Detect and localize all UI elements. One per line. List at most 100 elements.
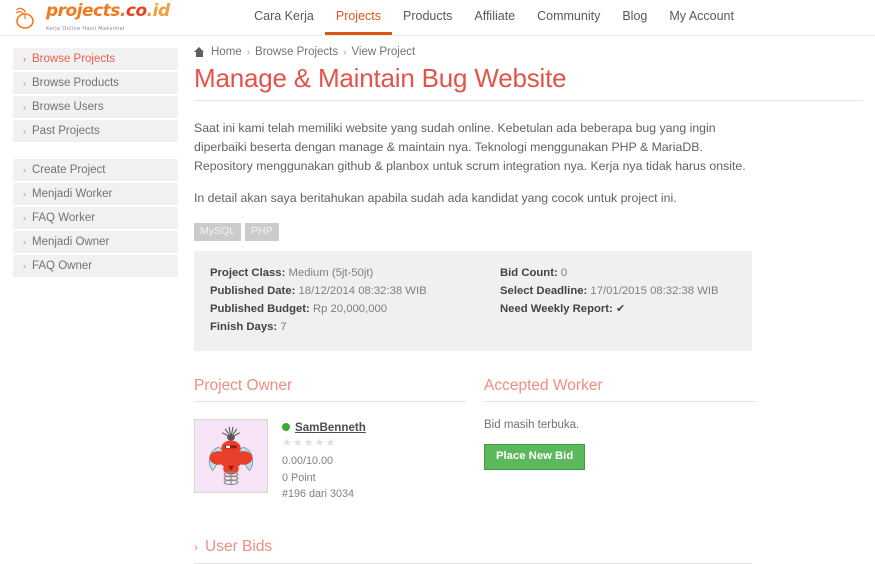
chevron-right-icon: › (23, 164, 26, 175)
bid-status-text: Bid masih terbuka. (484, 418, 580, 431)
info-label: Published Date: (210, 284, 296, 297)
project-tags: MySQL PHP (194, 223, 863, 241)
sidebar-item-faq-worker[interactable]: › FAQ Worker (13, 207, 178, 231)
owner-username-row: SamBenneth (282, 421, 366, 434)
breadcrumb: Home › Browse Projects › View Project (194, 46, 863, 58)
chevron-right-icon: › (23, 77, 26, 88)
sidebar-item-faq-owner[interactable]: › FAQ Owner (13, 255, 178, 277)
project-description-paragraph-2: In detail akan saya beritahukan apabila … (194, 191, 677, 206)
sidebar-item-past-projects[interactable]: › Past Projects (13, 120, 178, 142)
star-icon: ★ (325, 436, 336, 449)
info-select-deadline: Select Deadline: 17/01/2015 08:32:38 WIB (500, 282, 719, 300)
sidebar: › Browse Projects › Browse Products › Br… (0, 46, 178, 294)
chevron-right-icon: › (23, 101, 26, 112)
sidebar-group-browse: › Browse Projects › Browse Products › Br… (13, 48, 178, 142)
info-value: Medium (5jt-50jt) (288, 266, 374, 279)
sidebar-item-browse-users[interactable]: › Browse Users (13, 96, 178, 120)
breadcrumb-home[interactable]: Home (211, 46, 242, 58)
sidebar-item-label: FAQ Worker (32, 212, 96, 224)
star-icon: ★ (314, 436, 325, 449)
mouse-logo-icon (14, 6, 40, 30)
owner-worker-columns: Project Owner SamBenneth ★ ★ ★ ★ ★ 0.00/… (194, 377, 756, 503)
checkmark-icon: ✔ (615, 303, 626, 316)
sidebar-item-create-project[interactable]: › Create Project (13, 159, 178, 183)
info-value: 17/01/2015 08:32:38 WIB (590, 284, 719, 297)
nav-item-community[interactable]: Community (526, 0, 611, 35)
brand-tagline: Kerja Online Hasil Maksimal (46, 25, 125, 32)
project-info-left-column: Project Class: Medium (5jt-50jt) Publish… (210, 264, 500, 337)
main-content: Home › Browse Projects › View Project Ma… (178, 46, 875, 564)
main-navigation: Cara Kerja Projects Products Affiliate C… (243, 0, 875, 35)
breadcrumb-view-project: View Project (351, 46, 416, 58)
nav-item-projects[interactable]: Projects (324, 0, 393, 35)
sidebar-item-label: Browse Projects (32, 53, 116, 65)
page-body: › Browse Projects › Browse Products › Br… (0, 36, 875, 564)
sidebar-item-label: Menjadi Worker (32, 188, 113, 200)
info-project-class: Project Class: Medium (5jt-50jt) (210, 264, 500, 282)
sidebar-item-label: Browse Products (32, 77, 119, 89)
star-icon: ★ (303, 436, 314, 449)
tag-php[interactable]: PHP (245, 223, 279, 241)
nav-item-products[interactable]: Products (392, 0, 463, 35)
brand-word-projects: projects (46, 0, 120, 21)
info-published-date: Published Date: 18/12/2014 08:32:38 WIB (210, 282, 500, 300)
chevron-right-icon: › (23, 188, 26, 199)
nav-item-affiliate[interactable]: Affiliate (463, 0, 526, 35)
info-value: 0 (560, 266, 568, 279)
info-label: Bid Count: (500, 266, 558, 279)
home-icon (194, 47, 205, 57)
chevron-right-icon: › (194, 539, 198, 554)
project-owner-meta: SamBenneth ★ ★ ★ ★ ★ 0.00/10.00 0 Point … (282, 419, 366, 503)
breadcrumb-browse-projects[interactable]: Browse Projects (255, 46, 338, 58)
info-value: Rp 20,000,000 (312, 303, 388, 316)
chevron-right-icon: › (23, 212, 26, 223)
brand-logo[interactable]: projects.co.id Kerja Online Hasil Maksim… (0, 0, 243, 35)
nav-item-cara-kerja[interactable]: Cara Kerja (243, 0, 325, 35)
sidebar-item-label: FAQ Owner (32, 260, 93, 272)
info-label: Need Weekly Report: (500, 303, 613, 316)
sidebar-item-browse-products[interactable]: › Browse Products (13, 72, 178, 96)
bug-avatar-icon[interactable] (194, 418, 268, 493)
info-need-weekly-report: Need Weekly Report: ✔ (500, 300, 719, 319)
breadcrumb-separator: › (246, 46, 251, 58)
tag-mysql[interactable]: MySQL (194, 223, 242, 241)
owner-rank: #196 dari 3034 (282, 488, 355, 501)
brand-text: projects.co.id Kerja Online Hasil Maksim… (46, 0, 243, 32)
chevron-right-icon: › (23, 236, 26, 247)
project-owner-body: SamBenneth ★ ★ ★ ★ ★ 0.00/10.00 0 Point … (194, 418, 484, 503)
info-bid-count: Bid Count: 0 (500, 264, 719, 282)
star-icon: ★ (282, 436, 292, 449)
owner-points: 0 Point (282, 471, 316, 484)
sidebar-item-label: Create Project (32, 164, 106, 176)
sidebar-item-label: Menjadi Owner (32, 236, 110, 248)
nav-item-my-account[interactable]: My Account (658, 0, 745, 35)
accepted-worker-heading: Accepted Worker (484, 377, 756, 402)
info-finish-days: Finish Days: 7 (210, 318, 500, 336)
sidebar-item-label: Browse Users (32, 101, 104, 113)
nav-item-blog[interactable]: Blog (611, 0, 658, 35)
star-icon: ★ (292, 436, 303, 449)
sidebar-item-browse-projects[interactable]: › Browse Projects (13, 48, 178, 72)
sidebar-item-menjadi-worker[interactable]: › Menjadi Worker (13, 183, 178, 207)
accepted-worker-section: Accepted Worker Bid masih terbuka. Place… (484, 377, 756, 503)
brand-word-id: .id (146, 0, 170, 21)
user-bids-title: User Bids (205, 537, 273, 555)
user-bids-header[interactable]: › User Bids (194, 538, 752, 564)
chevron-right-icon: › (23, 125, 26, 136)
chevron-right-icon: › (23, 260, 26, 271)
owner-rating-stars: ★ ★ ★ ★ ★ (282, 436, 366, 449)
page-title: Manage & Maintain Bug Website (194, 63, 863, 101)
info-label: Select Deadline: (500, 284, 588, 297)
info-published-budget: Published Budget: Rp 20,000,000 (210, 300, 500, 318)
sidebar-item-menjadi-owner[interactable]: › Menjadi Owner (13, 231, 178, 255)
sidebar-group-actions: › Create Project › Menjadi Worker › FAQ … (13, 159, 178, 277)
info-value: 7 (280, 321, 287, 334)
chevron-right-icon: › (23, 53, 26, 64)
owner-username[interactable]: SamBenneth (295, 421, 366, 434)
brand-word-co: co (125, 0, 147, 21)
project-owner-heading: Project Owner (194, 377, 466, 402)
sidebar-item-label: Past Projects (32, 125, 100, 137)
info-label: Finish Days: (210, 321, 278, 334)
project-description-paragraph-1: Saat ini kami telah memiliki website yan… (194, 120, 746, 173)
place-new-bid-button[interactable]: Place New Bid (484, 443, 586, 471)
